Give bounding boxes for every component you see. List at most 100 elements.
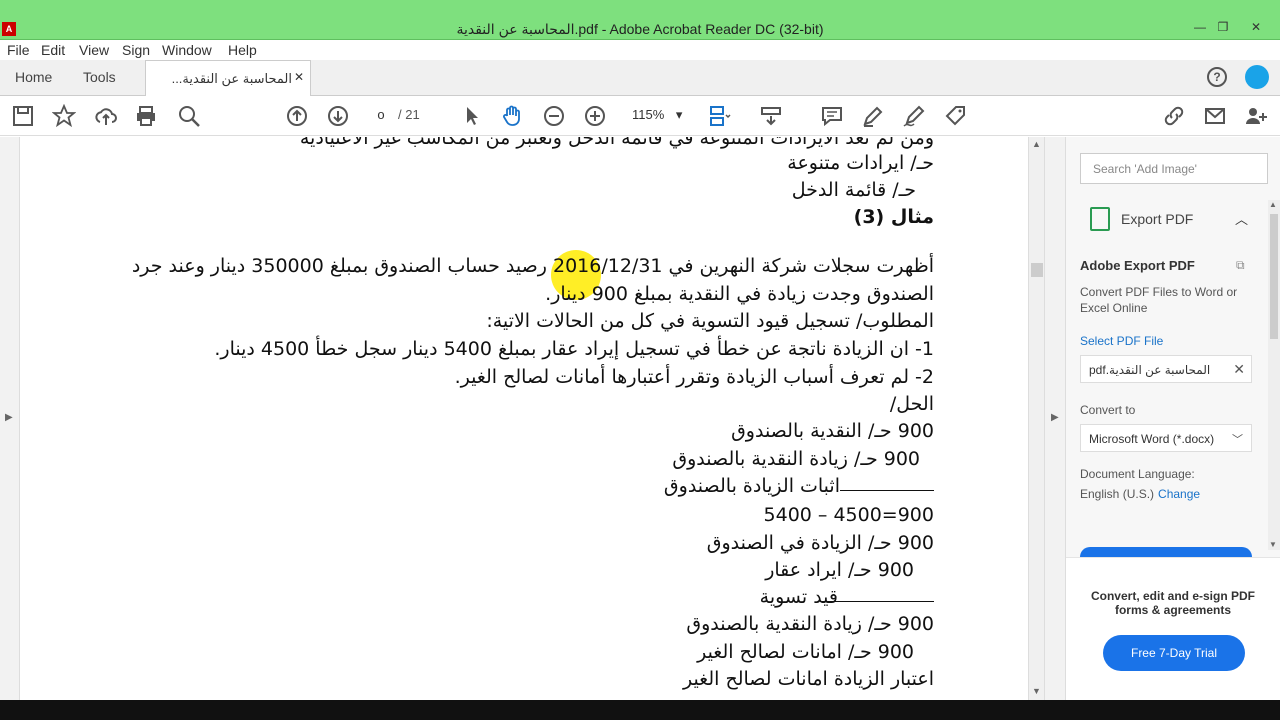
doc-line: اعتبار الزيادة امانات لصالح الغير: [682, 668, 934, 690]
menu-sign[interactable]: Sign: [122, 42, 150, 58]
doc-line: 1- ان الزيادة ناتجة عن خطأ في تسجيل إيرا…: [214, 338, 934, 360]
zoom-value: 115%: [632, 107, 665, 122]
right-pane-toggle[interactable]: ▶: [1044, 137, 1066, 700]
bookmark-star-icon[interactable]: [52, 104, 76, 128]
window-title: المحاسبة عن النقدية.pdf - Adobe Acrobat …: [456, 21, 824, 37]
doc-line: ومن لم تعد الايرادات المتنوعة في قائمة ا…: [299, 137, 934, 149]
page-total: / 21: [398, 107, 420, 122]
document-viewport[interactable]: ومن لم تعد الايرادات المتنوعة في قائمة ا…: [20, 137, 1028, 700]
convert-format-select[interactable]: Microsoft Word (*.docx) ﹀: [1080, 424, 1252, 452]
toolbar: o / 21 115% ▾: [0, 96, 1280, 136]
tab-tools[interactable]: Tools: [83, 69, 116, 85]
tool-search-input[interactable]: Search 'Add Image': [1080, 153, 1268, 184]
minimize-button[interactable]: —: [1190, 20, 1210, 34]
doc-line: 2- لم تعرف أسباب الزيادة وتقرر أعتبارها …: [454, 366, 934, 388]
tools-pane: Search 'Add Image' Export PDF ︿ Adobe Ex…: [1066, 137, 1280, 700]
chevron-up-icon[interactable]: ︿: [1235, 209, 1248, 228]
menu-bar: File Edit View Sign Window Help: [0, 40, 1280, 60]
menu-file[interactable]: File: [7, 42, 30, 58]
print-icon[interactable]: [134, 104, 158, 128]
menu-help[interactable]: Help: [228, 42, 257, 58]
scroll-mode-icon[interactable]: [759, 104, 783, 128]
change-language-link[interactable]: Change: [1158, 487, 1200, 501]
restore-button[interactable]: ❐: [1213, 20, 1233, 34]
scroll-thumb[interactable]: [1031, 263, 1043, 277]
tab-bar: Home Tools المحاسبة عن النقدية... ✕ ?: [0, 60, 1280, 97]
convert-button[interactable]: [1080, 547, 1252, 557]
free-trial-button[interactable]: Free 7-Day Trial: [1103, 635, 1245, 671]
doc-line: المطلوب/ تسجيل قيود التسوية في كل من الح…: [486, 310, 934, 332]
doc-line: 900 حـ/ الزيادة في الصندوق: [706, 532, 934, 554]
promo-text: Convert, edit and e-sign PDF forms & agr…: [1090, 589, 1255, 617]
adobe-export-title: Adobe Export PDF: [1080, 258, 1195, 273]
convert-to-label: Convert to: [1080, 403, 1136, 417]
menu-edit[interactable]: Edit: [41, 42, 65, 58]
doc-heading: مثال (3): [853, 206, 934, 228]
scroll-up-icon[interactable]: ▲: [1032, 139, 1041, 149]
more-tools-icon[interactable]: [944, 104, 968, 128]
adobe-export-description: Convert PDF Files to Word or Excel Onlin…: [1080, 285, 1238, 315]
tab-document-label: المحاسبة عن النقدية...: [171, 71, 292, 86]
page-number-input[interactable]: o: [366, 104, 396, 126]
search-zoom-icon[interactable]: [177, 104, 201, 128]
doc-line: 900 حـ/ زيادة النقدية بالصندوق: [672, 448, 920, 470]
doc-line: حـ/ ايرادات متنوعة: [787, 152, 934, 174]
export-pdf-label: Export PDF: [1121, 211, 1194, 227]
hand-tool-icon[interactable]: [500, 104, 524, 128]
expand-left-pane-icon[interactable]: ▶: [5, 412, 13, 423]
close-window-button[interactable]: ✕: [1246, 20, 1266, 34]
page-display-icon[interactable]: [707, 104, 731, 128]
copy-icon[interactable]: ⧉: [1236, 258, 1245, 273]
add-user-icon[interactable]: [1244, 104, 1268, 128]
zoom-dropdown[interactable]: 115% ▾: [618, 107, 684, 123]
promo-section: [1066, 557, 1280, 700]
select-cursor-icon[interactable]: [460, 104, 484, 128]
collapse-right-pane-icon[interactable]: ▶: [1051, 412, 1059, 423]
help-icon[interactable]: ?: [1207, 67, 1227, 87]
share-link-icon[interactable]: [1162, 104, 1186, 128]
tab-close-icon[interactable]: ✕: [294, 70, 304, 84]
doc-line: حـ/ قائمة الدخل: [791, 179, 916, 201]
zoom-out-icon[interactable]: [542, 104, 566, 128]
save-icon[interactable]: [11, 104, 35, 128]
doc-line: 900 حـ/ امانات لصالح الغير: [697, 641, 914, 663]
page-up-icon[interactable]: [285, 104, 309, 128]
tools-pane-scrollbar[interactable]: ▲ ▼: [1268, 200, 1280, 550]
document-language: English (U.S.) Change: [1080, 487, 1200, 501]
left-nav-pane[interactable]: ▶: [0, 137, 20, 700]
scroll-up-icon[interactable]: ▲: [1269, 200, 1277, 209]
scroll-down-icon[interactable]: ▼: [1269, 540, 1277, 549]
email-icon[interactable]: [1203, 104, 1227, 128]
doc-line: 900 حـ/ ايراد عقار: [765, 559, 914, 581]
menu-view[interactable]: View: [79, 42, 109, 58]
doc-line: الحل/: [889, 393, 934, 415]
page-down-icon[interactable]: [326, 104, 350, 128]
doc-line: أظهرت سجلات شركة النهرين في 2016/12/31 ر…: [131, 255, 934, 277]
selected-file-name: المحاسبة عن النقدية.pdf: [1089, 363, 1211, 377]
convert-format-value: Microsoft Word (*.docx): [1089, 432, 1215, 446]
comment-icon[interactable]: [820, 104, 844, 128]
journal-rule: [820, 601, 934, 602]
tab-document[interactable]: المحاسبة عن النقدية... ✕: [145, 60, 311, 97]
tab-home[interactable]: Home: [15, 69, 52, 85]
doc-line: الصندوق وجدت زيادة في النقدية بمبلغ 900 …: [545, 283, 934, 305]
chevron-down-icon: ▾: [675, 107, 683, 122]
zoom-in-icon[interactable]: [583, 104, 607, 128]
remove-file-icon[interactable]: ✕: [1233, 361, 1245, 378]
doc-line: 5400 – 4500=900: [763, 504, 934, 526]
doc-line: اثبات الزيادة بالصندوق: [663, 475, 840, 497]
profile-avatar-icon[interactable]: [1245, 65, 1269, 89]
highlight-pen-icon[interactable]: [861, 104, 885, 128]
menu-window[interactable]: Window: [162, 42, 212, 58]
scroll-thumb[interactable]: [1270, 214, 1278, 339]
language-value: English (U.S.): [1080, 487, 1155, 501]
doc-line: 900 حـ/ زيادة النقدية بالصندوق: [686, 613, 934, 635]
document-scrollbar[interactable]: ▲ ▼: [1028, 137, 1044, 700]
select-pdf-link[interactable]: Select PDF File: [1080, 334, 1163, 348]
document-language-label: Document Language:: [1080, 467, 1195, 481]
scroll-down-icon[interactable]: ▼: [1032, 686, 1041, 696]
selected-file-box[interactable]: المحاسبة عن النقدية.pdf ✕: [1080, 355, 1252, 383]
fill-sign-icon[interactable]: [902, 104, 926, 128]
upload-cloud-icon[interactable]: [94, 104, 118, 128]
export-pdf-header[interactable]: Export PDF ︿: [1080, 207, 1250, 231]
